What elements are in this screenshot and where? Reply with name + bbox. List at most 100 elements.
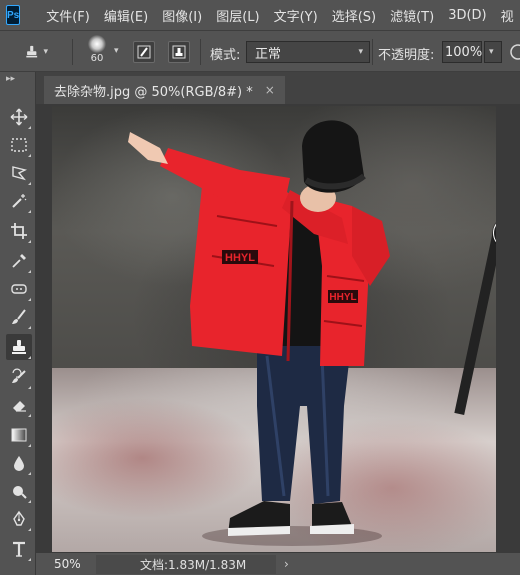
clone-source-icon: [172, 45, 186, 59]
patch-text: HHYL: [225, 252, 255, 264]
eyedropper-tool[interactable]: [6, 248, 32, 274]
tool-group-indicator: [28, 356, 31, 359]
crop-icon: [11, 223, 27, 239]
clone-stamp-icon: [12, 340, 26, 354]
document-info[interactable]: 文档:1.83M/1.83M: [96, 554, 276, 574]
options-bar: ▾ 60 ▾ 模式: 正常 ▾ 不透明度: 100% ▾: [0, 30, 520, 72]
menu-3d[interactable]: 3D(D): [441, 8, 493, 23]
document-image[interactable]: HHYL HHYL: [52, 106, 496, 552]
status-bar: 50% 文档:1.83M/1.83M ›: [36, 552, 520, 575]
pen-tool[interactable]: [6, 506, 32, 532]
chevron-down-icon: ▾: [358, 47, 363, 57]
eyedropper-icon: [12, 254, 26, 268]
document-tab-title: 去除杂物.jpg @ 50%(RGB/8#) *: [54, 84, 253, 100]
tool-group-indicator: [28, 326, 31, 329]
child-figure: HHYL HHYL: [128, 120, 390, 546]
tool-group-indicator: [28, 154, 31, 157]
quick-select-icon: [12, 194, 27, 208]
move-icon: [10, 108, 28, 126]
menu-file[interactable]: 文件(F): [28, 6, 97, 25]
pen-icon: [13, 510, 25, 526]
divider: [72, 39, 73, 65]
menu-type[interactable]: 文字(Y): [267, 6, 325, 25]
tool-group-indicator: [28, 500, 31, 503]
clone-stamp-tool[interactable]: [6, 334, 32, 360]
move-tool[interactable]: [6, 104, 32, 130]
brush-size: 60: [90, 53, 104, 64]
dodge-tool[interactable]: [6, 478, 32, 504]
tool-group-indicator: [28, 240, 31, 243]
brush-icon: [12, 309, 26, 324]
type-tool[interactable]: [6, 536, 32, 562]
healing-icon: [11, 284, 27, 294]
clone-source-button[interactable]: [168, 41, 190, 63]
brush-tool[interactable]: [6, 304, 32, 330]
chevron-down-icon[interactable]: ▾: [114, 46, 119, 56]
marquee-icon: [11, 138, 27, 152]
brush-preset-picker[interactable]: 60: [86, 35, 108, 69]
menu-view[interactable]: 视: [494, 6, 520, 25]
clone-stamp-icon: [26, 45, 38, 58]
mode-value: 正常: [255, 46, 282, 62]
menu-select[interactable]: 选择(S): [325, 6, 383, 25]
lasso-icon: [12, 166, 28, 181]
mode-select[interactable]: 正常 ▾: [246, 41, 370, 63]
history-brush-icon: [12, 368, 26, 383]
menu-image[interactable]: 图像(I): [155, 6, 209, 25]
chevron-down-icon: ▾: [43, 47, 48, 57]
tool-group-indicator: [28, 298, 31, 301]
canvas-area[interactable]: HHYL HHYL: [36, 104, 520, 552]
tool-preset-picker[interactable]: ▾: [24, 41, 48, 63]
eraser-tool[interactable]: [6, 392, 32, 418]
close-icon[interactable]: ×: [265, 83, 275, 97]
opacity-label: 不透明度:: [378, 48, 435, 63]
document-tab-bar: 去除杂物.jpg @ 50%(RGB/8#) * ×: [36, 72, 520, 104]
opacity-value: 100%: [445, 44, 483, 60]
tool-group-indicator: [28, 126, 31, 129]
blur-icon: [14, 456, 24, 471]
tool-group-indicator: [28, 270, 31, 273]
photoshop-logo[interactable]: Ps: [6, 5, 21, 25]
eraser-icon: [13, 401, 26, 412]
divider: [372, 39, 373, 65]
document-tab[interactable]: 去除杂物.jpg @ 50%(RGB/8#) * ×: [44, 76, 285, 104]
tool-group-indicator: [28, 444, 31, 447]
menu-filter[interactable]: 滤镜(T): [383, 6, 441, 25]
crop-tool[interactable]: [6, 218, 32, 244]
document-size: 文档:1.83M/1.83M: [140, 557, 247, 572]
panel-collapse-icon[interactable]: ▸▸: [6, 74, 15, 84]
lasso-tool[interactable]: [6, 160, 32, 186]
menu-bar: Ps 文件(F) 编辑(E) 图像(I) 图层(L) 文字(Y) 选择(S) 滤…: [0, 0, 520, 30]
menu-edit[interactable]: 编辑(E): [97, 6, 155, 25]
gradient-tool[interactable]: [6, 422, 32, 448]
zoom-level[interactable]: 50%: [36, 557, 96, 571]
pressure-icon: [510, 44, 520, 60]
quick-select-tool[interactable]: [6, 188, 32, 214]
brush-settings-icon: [137, 45, 151, 59]
tool-group-indicator: [28, 386, 31, 389]
tool-group-indicator: [28, 414, 31, 417]
opacity-dropdown[interactable]: ▾: [484, 41, 502, 63]
dodge-icon: [13, 486, 27, 499]
mode-label: 模式:: [210, 48, 241, 63]
brush-settings-button[interactable]: [133, 41, 155, 63]
healing-tool[interactable]: [6, 276, 32, 302]
tool-group-indicator: [28, 182, 31, 185]
tool-group-indicator: [28, 210, 31, 213]
tool-group-indicator: [28, 472, 31, 475]
patch-text: HHYL: [329, 292, 356, 303]
history-brush-tool[interactable]: [6, 364, 32, 390]
tool-group-indicator: [28, 558, 31, 561]
menu-layer[interactable]: 图层(L): [209, 6, 266, 25]
chevron-down-icon: ▾: [489, 47, 494, 57]
tool-group-indicator: [28, 528, 31, 531]
divider: [200, 39, 201, 65]
gradient-icon: [11, 428, 27, 442]
brush-preview-icon: [88, 35, 106, 53]
status-menu-arrow-icon[interactable]: ›: [284, 557, 289, 571]
opacity-input[interactable]: 100%: [442, 41, 482, 63]
marquee-tool[interactable]: [6, 132, 32, 158]
tools-panel: ▸▸: [0, 72, 36, 575]
pressure-opacity-button[interactable]: [508, 41, 520, 63]
blur-tool[interactable]: [6, 450, 32, 476]
